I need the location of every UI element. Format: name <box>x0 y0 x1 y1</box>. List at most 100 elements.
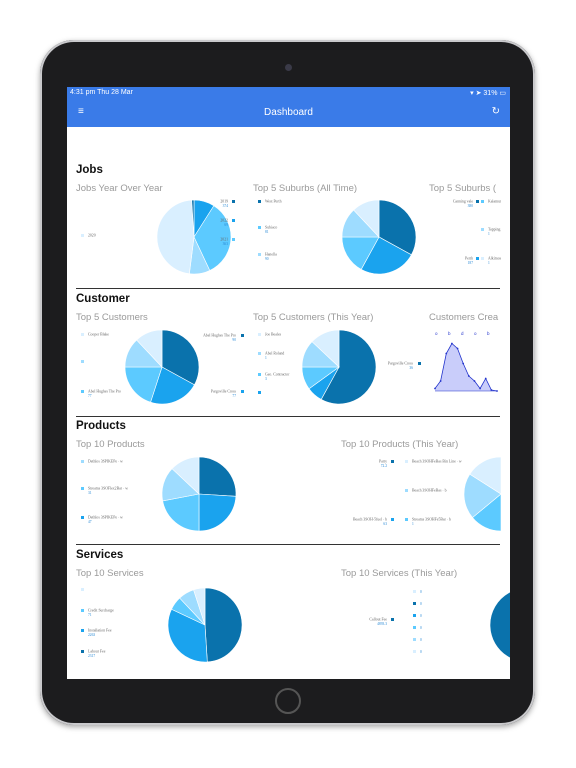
pie-slices <box>167 587 243 663</box>
data-point <box>484 377 487 380</box>
section-title-customer: Customer <box>76 293 130 305</box>
card-title-top-services-year: Top 10 Services (This Year) <box>341 568 458 579</box>
data-point <box>479 387 481 390</box>
legend-value: 0 <box>420 638 422 642</box>
legend-label: 2021 <box>220 238 228 242</box>
legend-label: West Perth <box>265 200 282 204</box>
x-tick-label: d <box>461 331 464 336</box>
legend-swatch <box>418 362 421 365</box>
legend-swatch <box>405 489 408 492</box>
legend-value: 90 <box>232 338 236 342</box>
legend-label: Streams 3SOHFe5Bar · b <box>412 518 451 522</box>
legend-swatch <box>81 588 84 591</box>
card-title-top-customers: Top 5 Customers <box>76 312 148 323</box>
pie-slices <box>301 329 377 405</box>
legend-swatch <box>405 460 408 463</box>
legend-label: Party <box>379 460 387 464</box>
pie-chart-top-customers: Cooper BlakeAbel Hughes The Pro77Abel Hu… <box>81 329 244 405</box>
pie-slices <box>124 329 200 405</box>
status-icons: ▾ ➤ 31% ▭ <box>470 89 506 97</box>
legend-swatch <box>81 390 84 393</box>
pie-chart-top-services-year: Callout Fee4893.3 0 0 0 0 0 0 <box>369 590 510 659</box>
legend-value: 1 <box>412 522 414 526</box>
card-title-customers-created: Customers Crea <box>429 312 499 323</box>
card-title-top-services: Top 10 Services <box>76 568 144 579</box>
pie-slices <box>161 456 237 532</box>
pie-chart-jobs-yoy: 2019374 202269 2021363 2020 <box>81 199 235 275</box>
legend-swatch <box>413 590 416 593</box>
camera <box>285 64 292 71</box>
legend-label: Geo. Contractor <box>265 373 290 377</box>
legend-swatch <box>232 200 235 203</box>
legend-value: 3 <box>265 377 267 381</box>
legend-swatch <box>81 487 84 490</box>
legend-value: 1 <box>265 356 267 360</box>
legend-swatch <box>413 626 416 629</box>
legend-label: Credit Surcharge <box>88 609 114 613</box>
x-tick-label: b <box>487 331 490 336</box>
legend-swatch <box>81 234 84 237</box>
legend-label: Kalamunda <box>488 200 501 204</box>
legend-swatch <box>81 516 84 519</box>
legend-value: 1 <box>488 232 490 236</box>
legend-label: Joe Beales <box>265 333 282 337</box>
legend-label: Callout Fee <box>369 618 387 622</box>
card-title-suburbs-year: Top 5 Suburbs ( <box>429 183 497 194</box>
pie-slice[interactable] <box>489 588 510 662</box>
pie-chart-top-services: Credit Surcharge71 Installation Fee2263 La… <box>81 587 243 663</box>
nav-bar: ≡ Dashboard ↻ <box>67 99 510 127</box>
battery-icon: ▭ <box>499 90 506 97</box>
status-bar: 4:31 pm Thu 28 Mar ▾ ➤ 31% ▭ <box>67 87 510 99</box>
legend-label: Abel Roland <box>265 352 284 356</box>
legend-value: 0 <box>420 602 422 606</box>
legend-label: 2022 <box>220 219 228 223</box>
legend-swatch <box>413 650 416 653</box>
section-divider <box>76 544 500 545</box>
x-tick-label: o <box>435 331 438 336</box>
legend-value: 63 <box>383 522 387 526</box>
home-button[interactable] <box>275 688 301 714</box>
chart-clip-products-year: Party 72.2 Beach 3SOH-5fuel · b 63 Beach 3SO… <box>274 454 501 534</box>
section-divider <box>76 416 500 417</box>
legend-label: Hanella <box>265 253 277 257</box>
legend-value: 0 <box>420 650 422 654</box>
pie-slice[interactable] <box>156 199 195 275</box>
pie-chart-top-products-year: Party72.2 Beach 3SOH-5fuel · b63 Beach 3SO… <box>353 456 501 532</box>
legend-swatch <box>258 373 261 376</box>
legend-label: Canning vale <box>453 200 473 204</box>
section-title-products: Products <box>76 420 126 432</box>
legend-swatch <box>258 253 261 256</box>
data-point <box>473 380 476 382</box>
legend-label: Dethlos 3SPIKEPe · w <box>88 516 123 520</box>
section-title-jobs: Jobs <box>76 164 103 176</box>
pie-slices <box>341 199 417 275</box>
legend-value: 187 <box>468 261 474 265</box>
data-point <box>490 389 493 391</box>
legend-label: Perth <box>465 257 473 261</box>
pie-slice[interactable] <box>198 493 237 532</box>
battery-percent: 31% <box>483 90 498 97</box>
pie-slice[interactable] <box>204 587 243 663</box>
data-point <box>467 375 470 377</box>
legend-value: 90 <box>265 257 269 261</box>
pie-chart-suburbs-all: West Perth Subiaco81 Hanella90 <box>258 199 417 275</box>
pie-slice[interactable] <box>198 456 237 497</box>
legend-value: 2317 <box>88 654 95 658</box>
data-point <box>462 362 465 365</box>
data-point <box>456 347 459 350</box>
dashboard-content: Jobs Jobs Year Over Year Top 5 Suburbs (… <box>67 127 510 679</box>
legend-swatch <box>258 226 261 229</box>
legend-label: Abel Hughes The Pro <box>88 390 121 394</box>
legend-value: 71 <box>88 613 92 617</box>
status-time: 4:31 pm Thu 28 Mar <box>70 89 133 96</box>
data-point <box>439 380 442 382</box>
legend-swatch <box>413 614 416 617</box>
legend-value: 374 <box>223 204 229 208</box>
line-chart-customers-created: obdob <box>434 331 498 392</box>
legend-label: Beach 3SOH-5fuel · b <box>353 518 387 522</box>
legend-label: Pargoville Cross <box>211 390 237 394</box>
refresh-icon[interactable]: ↻ <box>492 106 500 117</box>
card-title-jobs-yoy: Jobs Year Over Year <box>76 183 163 194</box>
legend-value: 81 <box>265 230 269 234</box>
legend-label: Dethlos 3SPIKEPe · w <box>88 460 123 464</box>
